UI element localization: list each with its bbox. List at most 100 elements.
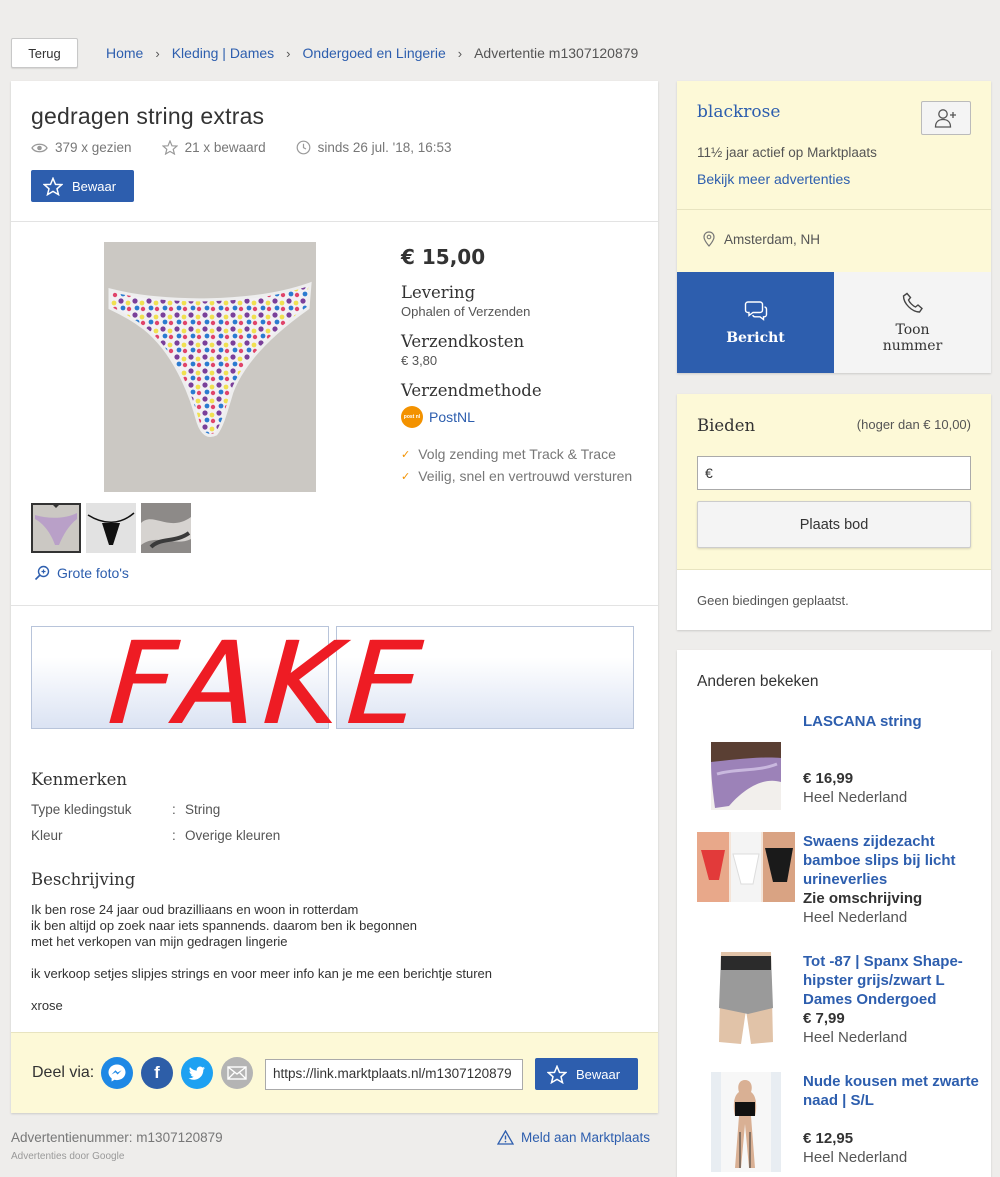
shipping-benefits: ✓ Volg zending met Track & Trace ✓ Veilig,… — [401, 446, 651, 484]
show-number-label-2: nummer — [882, 337, 943, 354]
recommendation-item[interactable]: Nude kousen met zwarte naad | S/L € 12,9… — [677, 1072, 991, 1177]
report-link[interactable]: Meld aan Marktplaats — [497, 1130, 650, 1145]
recommendation-title[interactable]: Nude kousen met zwarte naad | S/L — [803, 1072, 983, 1110]
description-title: Beschrijving — [31, 870, 136, 889]
recommendation-item[interactable]: Tot -87 | Spanx Shape-hipster grijs/zwar… — [677, 952, 991, 1062]
phone-icon — [902, 292, 923, 313]
ad-banner[interactable]: FAKE — [31, 617, 634, 750]
posted-date: sinds 26 jul. '18, 16:53 — [317, 140, 452, 155]
benefit-item: ✓ Veilig, snel en vertrouwd versturen — [401, 468, 633, 484]
share-url-field[interactable]: https://link.marktplaats.nl/m1307120879 — [265, 1059, 523, 1090]
bid-form: Bieden (hoger dan € 10,00) € Plaats bod — [677, 394, 991, 570]
seller-name[interactable]: blackrose — [697, 102, 780, 122]
save-button-bottom[interactable]: Bewaar — [535, 1058, 638, 1090]
show-number-label-1: Toon — [895, 321, 930, 338]
bid-minimum: (hoger dan € 10,00) — [856, 417, 971, 432]
others-viewed-card: Anderen bekeken LASCANA string € 16,99 H… — [677, 650, 991, 1177]
large-photos-link[interactable]: Grote foto's — [34, 565, 129, 581]
recommendation-location: Heel Nederland — [803, 909, 908, 926]
recommendation-price: € 16,99 — [803, 770, 854, 787]
feature-value: String — [185, 802, 221, 817]
shipping-method-label: Verzendmethode — [401, 381, 542, 400]
place-bid-button[interactable]: Plaats bod — [697, 501, 971, 548]
date-stat: sinds 26 jul. '18, 16:53 — [296, 140, 452, 155]
recommendation-location: Heel Nederland — [803, 1029, 908, 1046]
email-icon[interactable] — [221, 1057, 253, 1089]
message-label: Bericht — [726, 329, 785, 346]
ad-title: gedragen string extras — [31, 103, 265, 129]
bid-amount-input[interactable]: € — [697, 456, 971, 490]
breadcrumb-kleding-dames[interactable]: Kleding | Dames — [172, 45, 274, 61]
recommendation-title[interactable]: LASCANA string — [803, 712, 983, 731]
recommendation-image[interactable] — [711, 742, 781, 810]
ad-card: gedragen string extras 379 x gezien 21 x… — [11, 81, 658, 1113]
description: Ik ben rose 24 jaar oud brazilliaans en … — [31, 902, 631, 1014]
shipping-cost-label: Verzendkosten — [401, 332, 525, 351]
save-label: Bewaar — [72, 178, 117, 194]
seller-location: Amsterdam, NH — [703, 231, 820, 247]
bid-title: Bieden — [697, 416, 756, 435]
chevron-right-icon: › — [286, 45, 291, 61]
features-title: Kenmerken — [31, 770, 127, 789]
feature-row: Kleur : Overige kleuren — [31, 828, 280, 843]
recommendation-item[interactable]: Swaens zijdezacht bamboe slips bij licht… — [677, 832, 991, 942]
recommendation-location: Heel Nederland — [803, 789, 908, 806]
feature-value: Overige kleuren — [185, 828, 281, 843]
facebook-icon[interactable]: f — [141, 1057, 173, 1089]
back-button[interactable]: Terug — [11, 38, 78, 68]
shipping-cost-value: € 3,80 — [401, 353, 438, 368]
twitter-icon[interactable] — [181, 1057, 213, 1089]
location-text: Amsterdam, NH — [724, 231, 821, 247]
message-button[interactable]: Bericht — [677, 272, 834, 373]
others-viewed-title: Anderen bekeken — [697, 673, 819, 690]
check-icon: ✓ — [401, 470, 411, 483]
follow-seller-button[interactable] — [921, 101, 971, 135]
messenger-icon[interactable] — [101, 1057, 133, 1089]
description-line — [31, 950, 631, 966]
delivery-label: Levering — [401, 283, 476, 302]
recommendation-price: € 7,99 — [803, 1010, 845, 1027]
star-icon — [43, 176, 63, 196]
thumbnail[interactable] — [31, 503, 81, 553]
seller-activity: 11½ jaar actief op Marktplaats — [697, 145, 877, 160]
zoom-icon — [34, 565, 50, 581]
main-photo[interactable] — [104, 242, 316, 492]
breadcrumb-home[interactable]: Home — [106, 45, 143, 61]
saved-stat: 21 x bewaard — [161, 140, 266, 155]
warning-icon — [497, 1130, 514, 1145]
recommendation-title[interactable]: Tot -87 | Spanx Shape-hipster grijs/zwar… — [803, 952, 983, 1009]
recommendation-image[interactable] — [697, 832, 795, 902]
ad-number: Advertentienummer: m1307120879 — [11, 1130, 223, 1145]
feature-key: Kleur — [31, 828, 63, 843]
recommendation-image[interactable] — [715, 952, 777, 1050]
description-line — [31, 982, 631, 998]
photo-viewer[interactable] — [31, 242, 389, 494]
views-stat: 379 x gezien — [31, 140, 132, 155]
feature-colon: : — [172, 802, 176, 817]
delivery-value: Ophalen of Verzenden — [401, 304, 531, 319]
recommendation-item[interactable]: LASCANA string € 16,99 Heel Nederland — [677, 712, 991, 822]
recommendation-image[interactable] — [711, 1072, 781, 1172]
bid-card: Bieden (hoger dan € 10,00) € Plaats bod … — [677, 394, 991, 630]
postnl-link[interactable]: PostNL — [429, 409, 475, 425]
recommendation-price: € 12,95 — [803, 1130, 854, 1147]
views-count: 379 x gezien — [55, 140, 132, 155]
breadcrumb-ondergoed[interactable]: Ondergoed en Lingerie — [303, 45, 446, 61]
recommendation-title[interactable]: Swaens zijdezacht bamboe slips bij licht… — [803, 832, 983, 889]
show-number-button[interactable]: Toon nummer — [834, 272, 991, 373]
description-line: xrose — [31, 998, 63, 1013]
thumbnail[interactable] — [86, 503, 136, 553]
eye-icon — [31, 143, 48, 152]
google-ads-label: Advertenties door Google — [11, 1151, 125, 1162]
shipping-method: post nl PostNL — [401, 406, 651, 428]
report-label: Meld aan Marktplaats — [521, 1130, 651, 1145]
seller-card: blackrose 11½ jaar actief op Marktplaats… — [677, 81, 991, 373]
save-label: Bewaar — [576, 1066, 621, 1082]
save-button[interactable]: Bewaar — [31, 170, 134, 202]
recommendation-note: Zie omschrijving — [803, 890, 923, 907]
check-icon: ✓ — [401, 448, 411, 461]
postnl-logo: post nl — [401, 406, 423, 428]
benefit-item: ✓ Volg zending met Track & Trace — [401, 446, 616, 462]
thumbnail[interactable] — [141, 503, 191, 553]
more-ads-link[interactable]: Bekijk meer advertenties — [697, 171, 850, 187]
